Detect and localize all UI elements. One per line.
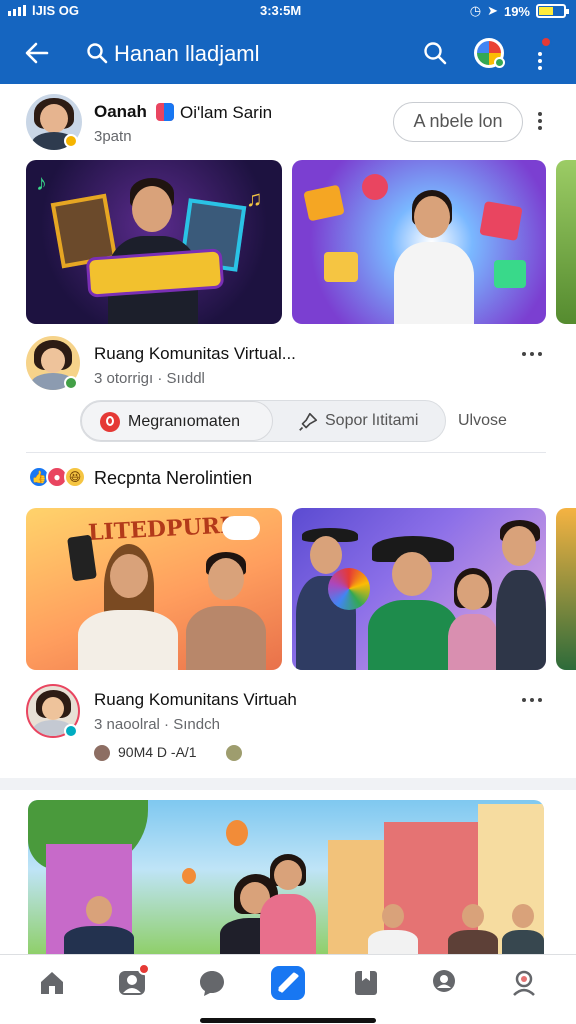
tile-image	[324, 252, 358, 282]
home-indicator	[200, 1018, 376, 1023]
balloon-image	[226, 820, 248, 846]
saved-icon[interactable]	[350, 967, 382, 999]
person-figure	[392, 190, 476, 324]
featured-media-card[interactable]	[28, 800, 544, 954]
post-options-icon[interactable]	[530, 112, 550, 132]
page-title[interactable]: Hanan lladjaml	[114, 41, 260, 67]
online-indicator	[64, 724, 78, 738]
friends-icon[interactable]	[116, 963, 150, 999]
tile-image	[494, 260, 526, 288]
status-bar: lJIS OG 3:3:5M ◷ ➤ 19%	[0, 0, 576, 22]
tile-image	[303, 184, 345, 222]
media-card[interactable]	[292, 160, 546, 324]
tile-image	[479, 200, 523, 242]
person-figure	[260, 854, 320, 954]
messages-icon[interactable]	[196, 967, 228, 999]
more-menu-button[interactable]	[530, 36, 552, 72]
media-card[interactable]	[556, 160, 576, 324]
person-figure	[448, 568, 498, 670]
group-options-icon[interactable]	[522, 352, 542, 372]
search-icon	[87, 43, 108, 64]
balloon-image	[182, 868, 196, 884]
banner-text: LITEDPURK	[87, 512, 240, 546]
home-icon[interactable]	[36, 967, 68, 999]
feed-separator	[0, 778, 576, 790]
group-name[interactable]: Ruang Komunitans Virtuah	[94, 690, 297, 710]
primary-chip[interactable]: Megranıomaten	[81, 401, 273, 441]
bottom-nav	[0, 954, 576, 1024]
person-figure	[64, 896, 134, 954]
pin-icon	[299, 412, 318, 431]
member-avatar-icon	[94, 745, 110, 761]
post-author-name[interactable]: Oanah	[94, 102, 147, 122]
secondary-chip[interactable]: Sopor lıtitami	[325, 412, 418, 430]
battery-percent: 19%	[503, 3, 530, 19]
music-note-icon: ♫	[246, 186, 263, 211]
clock: 3:3:5M	[260, 3, 302, 18]
carrier-label: lJIS OG	[32, 3, 79, 18]
feed-tab-icon[interactable]	[270, 965, 306, 1001]
person-figure	[448, 904, 498, 954]
groups-icon[interactable]	[428, 967, 460, 999]
haha-icon: 😆	[64, 466, 86, 488]
person-figure	[108, 178, 198, 324]
notification-badge	[540, 36, 552, 48]
media-card[interactable]	[556, 508, 576, 670]
profile-icon[interactable]	[508, 967, 540, 999]
app-bar: Hanan lladjaml	[0, 22, 576, 84]
primary-chip-label: Megranıomaten	[128, 413, 241, 430]
sun-image	[222, 516, 260, 540]
friends-badge	[138, 963, 150, 975]
media-card[interactable]: ♪ ♫	[26, 160, 282, 324]
signal-icon	[8, 5, 26, 16]
group-meta: 3 naoolral · Sındch	[94, 716, 220, 733]
back-arrow-icon[interactable]	[22, 38, 52, 68]
group-name[interactable]: Ruang Komunitas Virtual...	[94, 344, 296, 364]
music-note-icon: ♪	[36, 170, 47, 195]
person-figure	[496, 520, 546, 670]
online-indicator	[494, 57, 505, 68]
tertiary-chip[interactable]: Ulvose	[458, 412, 507, 430]
media-card[interactable]	[292, 508, 546, 670]
member-avatar-icon	[226, 745, 242, 761]
follow-button[interactable]: A nbele lon	[393, 102, 523, 142]
group-stats: 90M4 D -A/1	[118, 744, 197, 760]
post-meta: 3patn	[94, 128, 132, 145]
group-options-icon[interactable]	[522, 698, 542, 718]
person-figure	[502, 904, 544, 954]
online-indicator	[64, 376, 78, 390]
post-author-tag: Oi'lam Sarin	[180, 103, 273, 122]
account-avatar[interactable]	[474, 38, 505, 68]
battery-icon	[536, 4, 569, 18]
group-meta: 3 otorrigı · Sııddl	[94, 370, 205, 387]
top-bar: lJIS OG 3:3:5M ◷ ➤ 19% Hanan lladjaml	[0, 0, 576, 84]
app-logo-icon	[100, 412, 120, 432]
person-figure	[186, 552, 266, 670]
person-figure	[368, 904, 418, 954]
section-title: Recpnta Nerolintien	[94, 468, 253, 488]
ball-image	[362, 174, 388, 200]
alarm-icon: ◷	[469, 3, 482, 18]
disco-ball-image	[328, 568, 370, 610]
action-chip-row: Megranıomaten Sopor lıtitami	[80, 400, 446, 442]
search-button[interactable]	[422, 40, 448, 66]
badge-icon	[64, 134, 78, 148]
divider	[26, 452, 546, 453]
person-figure	[362, 536, 462, 670]
location-icon: ➤	[487, 3, 498, 18]
verified-icon	[156, 103, 174, 121]
media-card[interactable]: LITEDPURK	[26, 508, 282, 670]
